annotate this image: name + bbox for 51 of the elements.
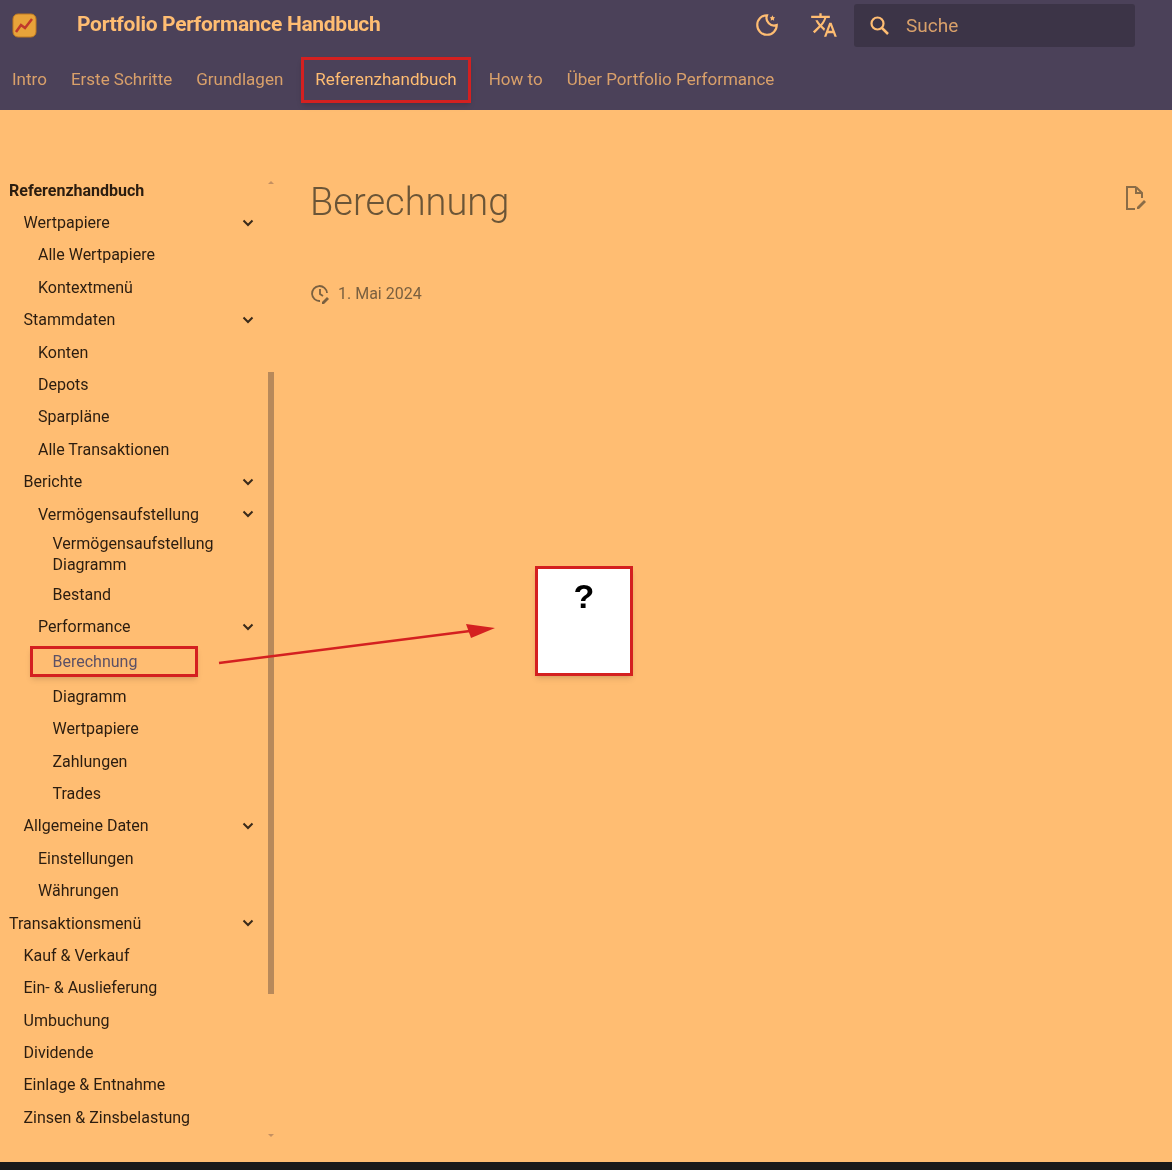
chevron-down-icon[interactable] (242, 821, 254, 830)
chevron-down-icon[interactable] (242, 218, 254, 227)
nav-item[interactable]: Depots (38, 374, 89, 396)
nav-item[interactable]: Einlage & Entnahme (23, 1074, 166, 1096)
question-mark: ? (573, 579, 595, 617)
nav-section-title[interactable]: Referenzhandbuch (9, 179, 145, 201)
nav-group-item[interactable]: Transaktionsmenü (9, 912, 142, 934)
nav-tab[interactable]: Grundlagen (190, 60, 290, 100)
chevron-down-icon[interactable] (242, 315, 254, 324)
nav-item[interactable]: Zahlungen (52, 750, 128, 772)
nav-tab[interactable]: Über Portfolio Performance (560, 60, 781, 100)
nav-group-item[interactable]: Berichte (23, 471, 83, 493)
nav-item[interactable]: Ein- & Auslieferung (23, 977, 158, 999)
nav-item[interactable]: Einstellungen (38, 847, 134, 869)
nav-item[interactable]: Zinsen & Zinsbelastung (23, 1106, 191, 1128)
nav-item[interactable]: Vermögensaufstellung Diagramm (52, 533, 243, 576)
nav-item[interactable]: Trades (52, 782, 102, 804)
logo-icon (12, 12, 37, 38)
dark-mode-icon[interactable] (754, 12, 780, 38)
nav-group-item[interactable]: Allgemeine Daten (23, 815, 149, 837)
nav-item[interactable]: Sparpläne (38, 406, 110, 428)
translate-icon[interactable] (810, 11, 838, 39)
nav-item[interactable]: Kauf & Verkauf (23, 944, 130, 966)
nav-item[interactable]: Währungen (38, 880, 119, 902)
nav-group-item[interactable]: Stammdaten (23, 309, 116, 331)
nav-tab[interactable]: How to (482, 60, 549, 100)
nav-item[interactable]: Bestand (52, 584, 111, 605)
nav-item[interactable]: Alle Wertpapiere (38, 244, 155, 266)
nav-tab[interactable]: Erste Schritte (64, 60, 179, 100)
site-title[interactable]: Portfolio Performance Handbuch (77, 9, 381, 41)
nav-item[interactable]: Berechnung (29, 646, 199, 678)
chevron-down-icon[interactable] (242, 477, 254, 486)
nav-group-item[interactable]: Vermögensaufstellung (38, 503, 199, 525)
clock-edit-icon (310, 284, 330, 304)
nav-item[interactable]: Diagramm (52, 685, 127, 707)
nav-item[interactable]: Alle Transaktionen (38, 438, 170, 460)
chevron-down-icon[interactable] (242, 622, 254, 631)
date-text: 1. Mai 2024 (338, 283, 422, 305)
page-title: Berechnung (310, 179, 510, 226)
nav-item[interactable]: Konten (38, 341, 89, 363)
nav-group-item[interactable]: Wertpapiere (23, 212, 110, 234)
nav-item[interactable]: Kontextmenü (38, 276, 133, 298)
nav-item[interactable]: Dividende (23, 1042, 94, 1064)
nav-tab[interactable]: Intro (6, 60, 53, 100)
nav-group-item[interactable]: Performance (38, 616, 131, 638)
nav-tab[interactable]: Referenzhandbuch (301, 57, 471, 103)
chevron-down-icon[interactable] (242, 510, 254, 519)
chevron-down-icon[interactable] (242, 919, 254, 927)
nav-item[interactable]: Umbuchung (23, 1009, 110, 1031)
search-field[interactable]: Suche (854, 3, 1135, 47)
nav-item[interactable]: Wertpapiere (52, 718, 139, 740)
